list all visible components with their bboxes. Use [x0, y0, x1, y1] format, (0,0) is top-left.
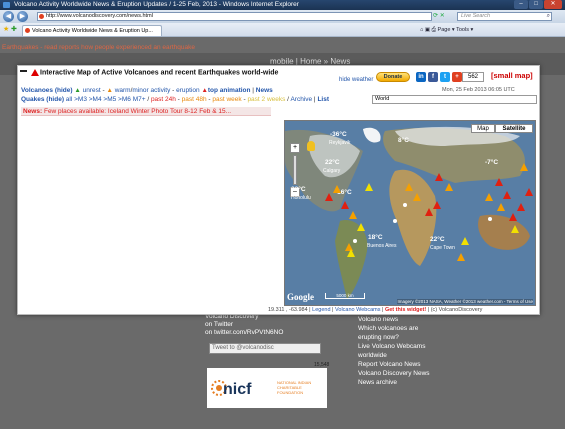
- search-placeholder: Live Search: [461, 13, 491, 19]
- tab-favicon-icon: [25, 28, 30, 33]
- close-button[interactable]: ✕: [544, 0, 562, 9]
- news-label: News:: [23, 108, 43, 115]
- quake-period-24h[interactable]: past 24h: [151, 96, 176, 103]
- news-link[interactable]: News: [256, 87, 273, 94]
- print-icon[interactable]: ⎙: [432, 27, 436, 33]
- close-popup-icon[interactable]: [20, 69, 27, 76]
- get-widget-link[interactable]: Get this widget!: [385, 307, 426, 313]
- ie-icon: [3, 2, 10, 8]
- volcano-legend-row: Volcanoes (hide) ▲ unrest - ▲ warm/minor…: [21, 87, 273, 94]
- news-link[interactable]: erupting now?: [358, 333, 458, 342]
- volcano-map-popup: Interactive Map of Active Volcanoes and …: [17, 65, 540, 315]
- quake-filter-m3[interactable]: >M3: [74, 96, 87, 103]
- volcanoes-hide-link[interactable]: Volcanoes (hide): [21, 87, 73, 94]
- google-logo: Google: [287, 292, 314, 302]
- unrest-icon: ▲: [74, 87, 81, 94]
- forward-button[interactable]: ▶: [17, 11, 28, 22]
- site-favicon-icon: [39, 14, 44, 19]
- news-link[interactable]: Report Volcano News: [358, 360, 458, 369]
- tools-menu[interactable]: Tools ▾: [456, 27, 473, 33]
- nicf-ad[interactable]: nicf NATIONAL INDIAN CHARITABLE FOUNDATI…: [207, 368, 327, 408]
- navigation-bar: ◀ ▶ http://www.volcanodiscovery.com/news…: [0, 10, 565, 23]
- popup-title: Interactive Map of Active Volcanoes and …: [20, 69, 350, 77]
- tab-label: Volcano Activity Worldwide News & Erupti…: [32, 28, 153, 34]
- region-select[interactable]: World: [372, 95, 537, 104]
- news-link[interactable]: Which volcanoes are: [358, 324, 458, 333]
- quake-filter-all[interactable]: all: [66, 96, 73, 103]
- news-link[interactable]: worldwide: [358, 351, 458, 360]
- tab-volcano-news[interactable]: Volcano Activity Worldwide News & Erupti…: [22, 25, 162, 36]
- popup-footer: 19.311 , -63.984 | Legend | Volcano Webc…: [268, 307, 483, 313]
- facebook-icon[interactable]: f: [428, 72, 438, 82]
- map-attribution[interactable]: Imagery ©2013 NASA, Weather ©2013 weathe…: [397, 299, 533, 304]
- quake-filter-m5[interactable]: >M5: [103, 96, 116, 103]
- twitter-line[interactable]: on twitter.com/RvPVtN6NO: [205, 329, 283, 337]
- legend-warm[interactable]: warm: [115, 87, 131, 94]
- search-input[interactable]: Live Search ⌕: [457, 12, 552, 21]
- legend-minor-activity[interactable]: minor activity: [132, 87, 170, 94]
- cursor-coords: 19.311 , -63.984: [268, 307, 308, 313]
- tab-bar: ★ ✚ Volcano Activity Worldwide News & Er…: [0, 23, 565, 37]
- address-bar[interactable]: http://www.volcanodiscovery.com/news.htm…: [37, 12, 432, 21]
- news-ticker-text[interactable]: Few places available: Iceland Winter Pho…: [44, 108, 231, 115]
- minimize-button[interactable]: –: [514, 0, 528, 9]
- page-banner[interactable]: Earthquakes - read reports how people ex…: [0, 43, 565, 52]
- quake-period-2weeks[interactable]: past 2 weeks: [247, 96, 285, 103]
- archive-link[interactable]: Archive: [290, 96, 312, 103]
- command-bar: ⌂ ▣ ⎙ Page ▾ Tools ▾: [420, 26, 473, 34]
- list-link[interactable]: List: [317, 96, 329, 103]
- map-scale: 5000 km: [325, 293, 365, 299]
- datetime: Mon, 25 Feb 2013 06:05 UTC: [442, 87, 515, 93]
- webcams-link[interactable]: Volcano Webcams: [335, 307, 380, 313]
- feeds-icon[interactable]: ▣: [425, 27, 430, 33]
- warm-icon: ▲: [106, 87, 113, 94]
- favorites-star-icon[interactable]: ★: [3, 26, 9, 34]
- window-title-bar: Volcano Activity Worldwide News & Erupti…: [0, 0, 565, 10]
- quake-filter-row: Quakes (hide) all >M3 >M4 >M5 >M6 M7+ / …: [21, 96, 329, 103]
- top-animation-link[interactable]: top animation: [208, 87, 251, 94]
- news-link[interactable]: Live Volcano Webcams: [358, 342, 458, 351]
- legend-link[interactable]: Legend: [312, 307, 330, 313]
- world-map[interactable]: Map Satellite + – -36°C Reykjavik 8°C 22…: [284, 120, 536, 306]
- popup-title-text: Interactive Map of Active Volcanoes and …: [40, 69, 279, 77]
- twitter-icon[interactable]: t: [440, 72, 450, 82]
- quake-period-week[interactable]: past week: [212, 96, 241, 103]
- donate-button[interactable]: Donate: [376, 72, 410, 82]
- quakes-hide-link[interactable]: Quakes (hide): [21, 96, 64, 103]
- news-link[interactable]: Volcano Discovery News: [358, 369, 458, 378]
- quake-filter-m7[interactable]: M7+: [133, 96, 146, 103]
- twitter-line: on Twitter: [205, 321, 234, 328]
- maximize-button[interactable]: □: [529, 0, 543, 9]
- search-icon[interactable]: ⌕: [547, 13, 550, 20]
- volcano-icon: [31, 69, 39, 76]
- share-count: 562: [462, 72, 484, 82]
- legend-eruption[interactable]: eruption: [176, 87, 200, 94]
- linkedin-icon[interactable]: in: [416, 72, 426, 82]
- twitter-text: Volcano Discovery on Twitter on twitter.…: [205, 313, 283, 337]
- window-title: Volcano Activity Worldwide News & Erupti…: [14, 1, 299, 8]
- tweet-input[interactable]: Tweet to @volcanodisc: [209, 343, 321, 354]
- refresh-stop-buttons[interactable]: ⟳ ✕: [433, 12, 455, 21]
- copyright: (c) VolcanoDiscovery: [430, 307, 483, 313]
- small-map-link[interactable]: [small map]: [491, 71, 533, 80]
- quake-filter-m6[interactable]: >M6: [118, 96, 131, 103]
- legend-unrest[interactable]: unrest: [83, 87, 101, 94]
- share-plus-icon[interactable]: +: [452, 72, 462, 82]
- nicf-subtitle: NATIONAL INDIAN CHARITABLE FOUNDATION: [277, 380, 312, 395]
- news-link[interactable]: Volcano news: [358, 315, 458, 324]
- page-menu[interactable]: Page ▾: [438, 27, 455, 33]
- back-button[interactable]: ◀: [3, 11, 14, 22]
- quake-filter-m4[interactable]: >M4: [89, 96, 102, 103]
- home-icon[interactable]: ⌂: [420, 27, 423, 33]
- address-url: http://www.volcanodiscovery.com/news.htm…: [46, 13, 153, 19]
- news-link[interactable]: News archive: [358, 378, 458, 387]
- quake-period-48h[interactable]: past 48h: [182, 96, 207, 103]
- volcano-markers[interactable]: [285, 121, 536, 306]
- add-favorite-icon[interactable]: ✚: [11, 26, 17, 34]
- nicf-logo-text: nicf: [223, 381, 252, 398]
- news-ticker[interactable]: News: Few places available: Iceland Wint…: [21, 107, 271, 116]
- hide-weather-link[interactable]: hide weather: [339, 77, 373, 83]
- twitter-widget: Volcano Discovery on Twitter on twitter.…: [205, 313, 330, 408]
- news-links: Volcano news Which volcanoes are eruptin…: [358, 315, 458, 387]
